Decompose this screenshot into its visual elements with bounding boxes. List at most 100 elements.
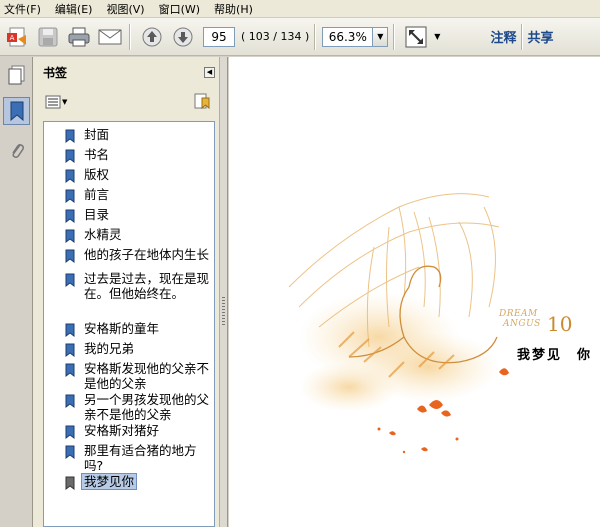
pages-icon <box>8 65 24 85</box>
new-bookmark-button[interactable] <box>193 92 211 113</box>
chevron-down-icon: ▼ <box>377 32 384 41</box>
zoom-input[interactable] <box>322 26 373 47</box>
menu-window[interactable]: 窗口(W) <box>159 1 200 17</box>
bookmark-icon <box>65 209 75 223</box>
pages-panel-button[interactable] <box>3 61 30 89</box>
bookmark-label: 他的孩子在地体内生长 <box>84 247 210 262</box>
email-button[interactable] <box>96 23 124 51</box>
panel-title: 书签 <box>43 65 68 80</box>
bookmark-item[interactable]: 安格斯发现他的父亲不是他的父亲 <box>44 360 214 391</box>
page-count: ( 103 / 134 ) <box>241 30 310 43</box>
toolbar-separator <box>314 23 316 50</box>
options-menu-button[interactable]: ▼ <box>45 95 67 109</box>
bookmark-item-selected[interactable]: 我梦见你 <box>44 473 214 493</box>
annotate-button[interactable]: 注释 <box>490 27 516 46</box>
splitter-grip <box>222 297 225 327</box>
menu-bar: 文件(F) 编辑(E) 视图(V) 窗口(W) 帮助(H) <box>0 0 600 18</box>
bookmark-label: 安格斯的童年 <box>84 321 160 336</box>
bookmark-label: 版权 <box>84 167 110 182</box>
bookmarks-panel: 书签 ◀ ▼ 封面 书名 版权 前言 目录 水精灵 他的孩子在地体内生长 过去是… <box>33 57 219 527</box>
page-number-input[interactable] <box>203 26 235 47</box>
toolbar-separator <box>521 23 523 50</box>
bookmark-icon <box>65 343 75 357</box>
bookmark-item[interactable]: 封面 <box>44 126 214 146</box>
previous-page-button[interactable] <box>138 23 166 51</box>
print-button[interactable] <box>65 23 93 51</box>
menu-help[interactable]: 帮助(H) <box>214 1 253 17</box>
next-page-button[interactable] <box>169 23 197 51</box>
attachments-panel-button[interactable] <box>3 137 30 165</box>
bookmark-item[interactable]: 他的孩子在地体内生长 <box>44 246 214 266</box>
chapter-title: 我梦见 你 <box>517 348 593 363</box>
bookmark-item[interactable]: 书名 <box>44 146 214 166</box>
bookmark-label: 过去是过去，现在是现在。但他始终在。 <box>84 271 210 301</box>
menu-file[interactable]: 文件(F) <box>4 1 41 17</box>
bookmark-icon <box>65 129 75 143</box>
chapter-number: 10 <box>547 312 573 336</box>
panel-toolbar: ▼ <box>33 87 219 117</box>
bookmark-icon <box>65 445 75 459</box>
create-pdf-button[interactable]: A <box>3 23 31 51</box>
panel-splitter[interactable] <box>219 57 228 527</box>
share-button[interactable]: 共享 <box>527 27 553 46</box>
bookmark-label: 安格斯发现他的父亲不是他的父亲 <box>84 361 210 391</box>
bookmark-icon <box>65 394 75 408</box>
bookmark-item[interactable]: 安格斯的童年 <box>44 320 214 340</box>
bookmark-icon <box>65 149 75 163</box>
panel-header: 书签 ◀ <box>33 57 219 87</box>
bookmark-icon <box>65 249 75 263</box>
menu-edit[interactable]: 编辑(E) <box>55 1 93 17</box>
bookmark-item[interactable]: 安格斯对猪好 <box>44 422 214 442</box>
navigation-strip <box>0 57 33 527</box>
bookmark-icon <box>65 476 75 490</box>
bookmark-icon <box>65 425 75 439</box>
bookmark-item[interactable]: 过去是过去，现在是现在。但他始终在。 <box>44 270 214 320</box>
bookmark-label: 封面 <box>84 127 110 142</box>
swan-illustration <box>288 193 509 454</box>
bookmark-label: 那里有适合猪的地方吗? <box>84 443 197 473</box>
bookmark-label: 书名 <box>84 147 110 162</box>
bookmark-item[interactable]: 另一个男孩发现他的父亲不是他的父亲 <box>44 391 214 422</box>
save-icon <box>38 27 58 46</box>
toolbar-separator <box>393 23 395 50</box>
bookmark-icon <box>65 229 75 243</box>
chevron-down-icon[interactable]: ▼ <box>434 32 440 41</box>
svg-text:A: A <box>10 34 15 42</box>
bookmarks-panel-button[interactable] <box>3 97 30 125</box>
bookmark-label: 另一个男孩发现他的父亲不是他的父亲 <box>84 392 210 422</box>
chapter-heading-english: DREAM ANGUS <box>499 309 541 329</box>
bookmark-item[interactable]: 版权 <box>44 166 214 186</box>
save-button[interactable] <box>34 23 62 51</box>
expand-icon <box>405 26 427 47</box>
toolbar: A ( 103 / 134 <box>0 18 600 56</box>
fit-window-button[interactable] <box>402 23 430 51</box>
document-page: DREAM ANGUS 10 我梦见 你 <box>229 57 600 527</box>
bookmark-label: 我的兄弟 <box>84 341 135 356</box>
bookmark-item[interactable]: 水精灵 <box>44 226 214 246</box>
bookmark-label: 目录 <box>84 207 110 222</box>
bookmark-item[interactable]: 前言 <box>44 186 214 206</box>
chapter-heading-line: DREAM <box>499 309 538 319</box>
paperclip-icon <box>11 144 24 158</box>
menu-view[interactable]: 视图(V) <box>106 1 144 17</box>
bookmark-label: 前言 <box>84 187 110 202</box>
bookmark-icon <box>65 189 75 203</box>
bookmark-label: 安格斯对猪好 <box>84 423 160 438</box>
bookmark-icon <box>10 101 23 121</box>
bookmark-icon <box>65 273 75 287</box>
zoom-dropdown-button[interactable]: ▼ <box>372 26 389 47</box>
envelope-icon <box>98 29 122 44</box>
printer-icon <box>68 27 90 46</box>
bookmark-tree: 封面 书名 版权 前言 目录 水精灵 他的孩子在地体内生长 过去是过去，现在是现… <box>43 121 215 527</box>
bookmark-label: 水精灵 <box>84 227 122 242</box>
chevron-left-icon: ◀ <box>206 68 213 76</box>
bookmark-item[interactable]: 目录 <box>44 206 214 226</box>
bookmark-item[interactable]: 那里有适合猪的地方吗? <box>44 442 214 473</box>
zoom-selector[interactable]: ▼ <box>322 26 389 47</box>
bookmark-item[interactable]: 我的兄弟 <box>44 340 214 360</box>
chapter-heading-line: ANGUS <box>503 319 541 329</box>
arrow-up-icon <box>142 27 162 46</box>
bookmark-icon <box>65 169 75 183</box>
collapse-panel-button[interactable]: ◀ <box>204 66 215 78</box>
bookmark-label: 我梦见你 <box>80 473 138 490</box>
